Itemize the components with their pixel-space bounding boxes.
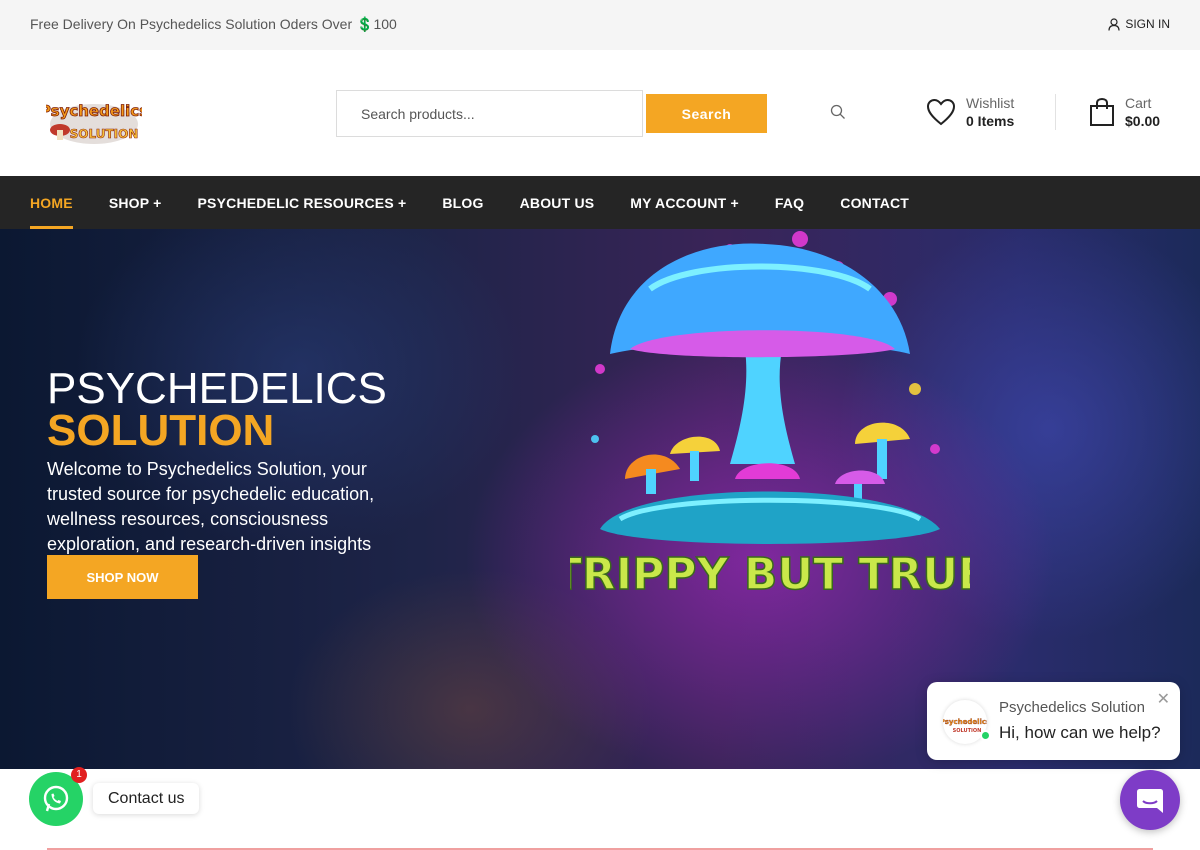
art-caption: TRIPPY BUT TRUE bbox=[570, 549, 970, 600]
chat-message: Hi, how can we help? bbox=[999, 723, 1161, 742]
main-nav: HOME SHOP + PSYCHEDELIC RESOURCES + BLOG… bbox=[0, 176, 1200, 229]
chat-name: Psychedelics Solution bbox=[999, 699, 1145, 716]
promo-text: Free Delivery On Psychedelics Solution O… bbox=[30, 16, 397, 32]
nav-psychedelic-resources[interactable]: PSYCHEDELIC RESOURCES + bbox=[198, 176, 407, 229]
nav-my-account[interactable]: MY ACCOUNT + bbox=[630, 176, 739, 229]
svg-text:Psychedelics: Psychedelics bbox=[46, 102, 142, 120]
search-input[interactable] bbox=[337, 91, 642, 136]
shop-now-button[interactable]: SHOP NOW bbox=[47, 555, 198, 599]
svg-text:SOLUTION: SOLUTION bbox=[70, 127, 139, 141]
heart-icon bbox=[926, 98, 956, 126]
wishlist-label: Wishlist bbox=[966, 95, 1015, 111]
notification-badge: 1 bbox=[71, 767, 87, 783]
hero-title-line2: SOLUTION bbox=[47, 406, 275, 455]
nav-shop[interactable]: SHOP + bbox=[109, 176, 162, 229]
svg-text:Psychedelics: Psychedelics bbox=[943, 718, 987, 726]
sign-in-label: SIGN IN bbox=[1125, 17, 1170, 31]
search-button[interactable]: Search bbox=[646, 94, 767, 133]
header-divider bbox=[1055, 94, 1056, 130]
search-icon[interactable] bbox=[830, 104, 848, 122]
wishlist-count: 0 Items bbox=[966, 113, 1015, 129]
whatsapp-icon bbox=[43, 785, 69, 812]
svg-text:SOLUTION: SOLUTION bbox=[953, 728, 982, 734]
wishlist-link[interactable]: Wishlist 0 Items bbox=[926, 94, 1014, 130]
cart-label: Cart bbox=[1125, 95, 1152, 111]
nav-contact[interactable]: CONTACT bbox=[840, 176, 909, 229]
chat-bubble-icon bbox=[1137, 789, 1163, 813]
nav-home[interactable]: HOME bbox=[30, 176, 73, 229]
nav-faq[interactable]: FAQ bbox=[775, 176, 804, 229]
hero-description: Welcome to Psychedelics Solution, your t… bbox=[47, 459, 375, 554]
sign-in-link[interactable]: SIGN IN bbox=[1108, 17, 1170, 31]
chat-launcher-button[interactable] bbox=[1120, 770, 1180, 830]
contact-us-label[interactable]: Contact us bbox=[93, 783, 200, 814]
user-icon bbox=[1108, 17, 1120, 31]
cart-link[interactable]: Cart $0.00 bbox=[1089, 94, 1160, 130]
site-header: Psychedelics SOLUTION Search Wishlist 0 … bbox=[0, 50, 1200, 176]
online-indicator bbox=[980, 730, 991, 741]
mushroom-illustration: TRIPPY BUT TRUE bbox=[570, 231, 970, 601]
search-box[interactable] bbox=[336, 90, 643, 137]
cart-total: $0.00 bbox=[1125, 113, 1161, 129]
top-bar: Free Delivery On Psychedelics Solution O… bbox=[0, 0, 1200, 50]
nav-about-us[interactable]: ABOUT US bbox=[520, 176, 595, 229]
nav-blog[interactable]: BLOG bbox=[442, 176, 483, 229]
close-icon[interactable]: ✕ bbox=[1157, 692, 1170, 708]
site-logo[interactable]: Psychedelics SOLUTION bbox=[39, 96, 149, 146]
chat-popup[interactable]: Psychedelics SOLUTION Psychedelics Solut… bbox=[927, 682, 1180, 760]
shopping-bag-icon bbox=[1090, 97, 1114, 126]
